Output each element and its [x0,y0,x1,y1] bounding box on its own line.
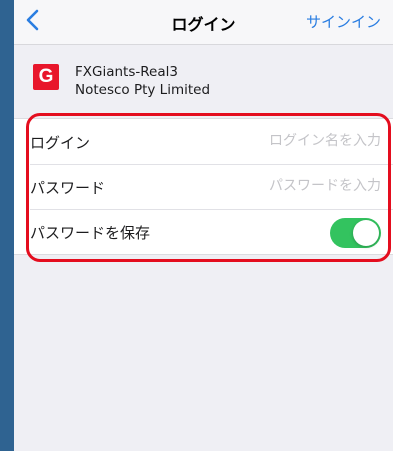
server-info: G FXGiants-Real3 Notesco Pty Limited [14,45,393,107]
login-label: ログイン [30,134,91,152]
navigation-bar: ログイン サインイン [14,0,393,45]
toggle-knob [353,220,379,246]
login-row: ログイン [14,119,393,164]
signin-button[interactable]: サインイン [306,11,381,32]
server-name: FXGiants-Real3 [75,64,178,80]
login-screen: ログイン サインイン G FXGiants-Real3 Notesco Pty … [14,0,393,451]
save-password-toggle[interactable] [330,218,381,248]
password-input[interactable] [191,174,381,198]
password-row: パスワード [14,164,393,209]
save-password-row: パスワードを保存 [14,209,393,254]
side-strip [0,0,14,451]
login-form: ログイン パスワード パスワードを保存 [14,118,393,255]
server-company: Notesco Pty Limited [75,82,211,98]
broker-logo: G [33,64,59,90]
login-input[interactable] [191,129,381,153]
save-password-label: パスワードを保存 [30,224,151,242]
password-label: パスワード [30,179,106,197]
